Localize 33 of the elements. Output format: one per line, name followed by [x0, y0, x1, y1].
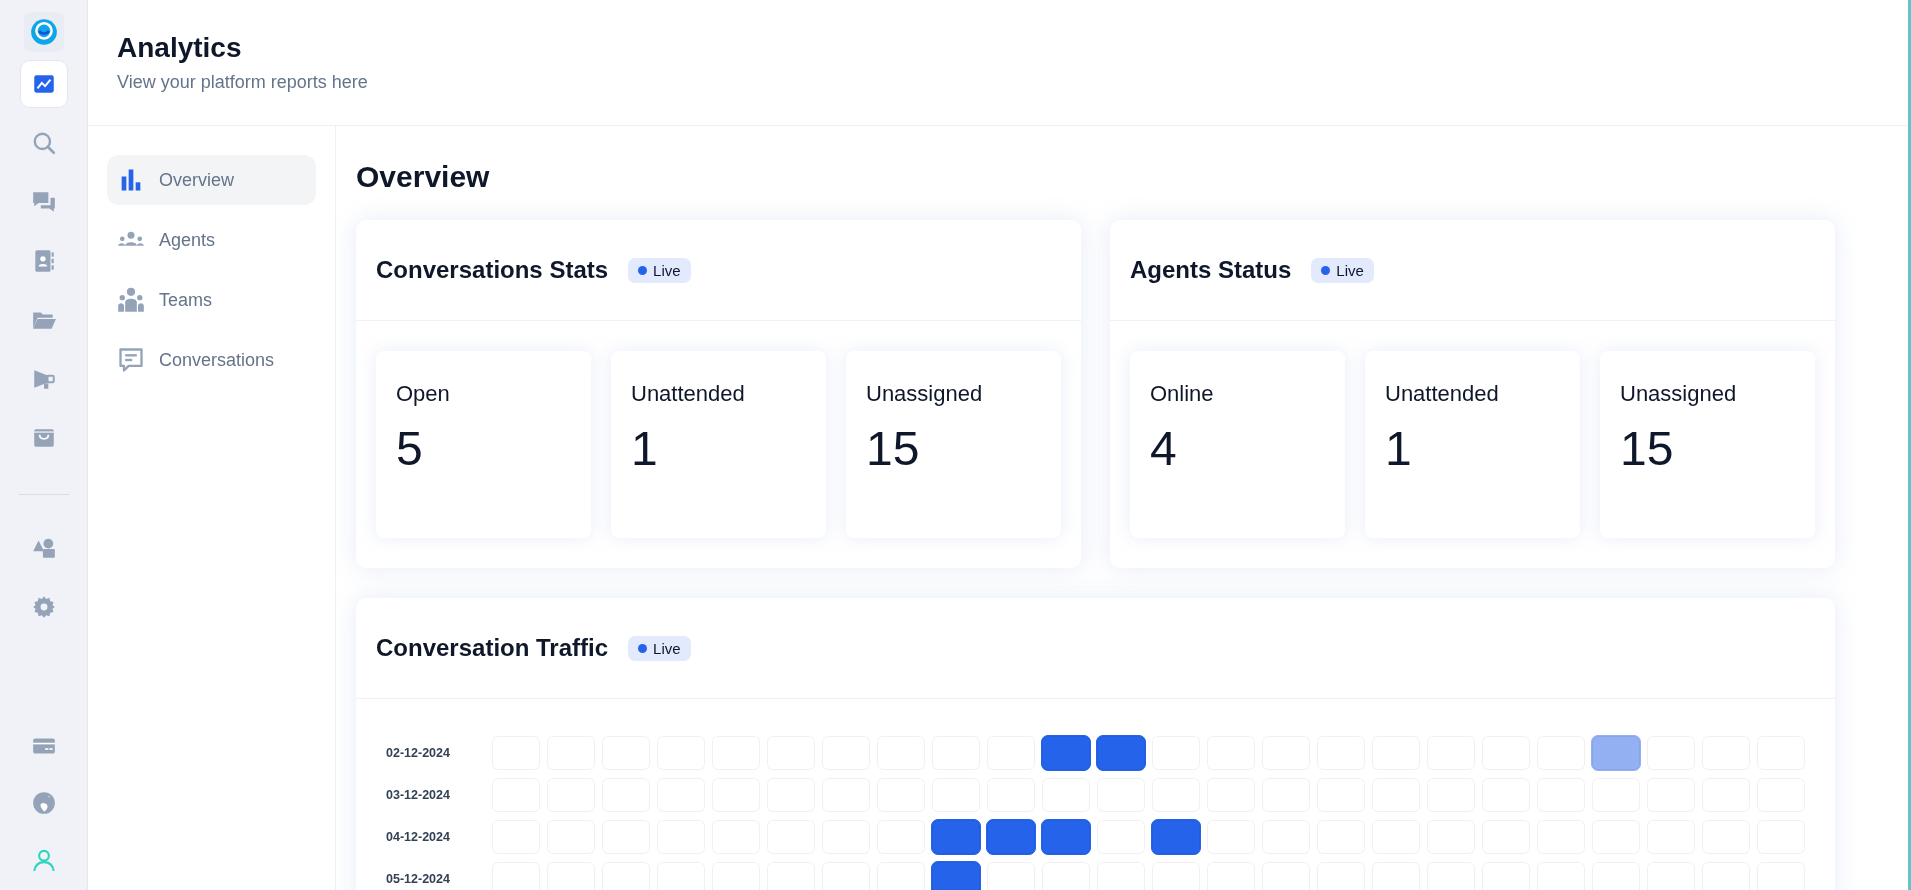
stat-value: 4: [1150, 421, 1178, 476]
stat-value: 1: [1385, 421, 1413, 476]
nav-item[interactable]: Conversations: [107, 335, 316, 385]
page-header-title: Analytics: [117, 32, 243, 64]
live-badge: Live: [628, 257, 691, 283]
group-icon: [117, 286, 145, 314]
date-label: 02-12-2024: [385, 746, 451, 760]
stat-value: 5: [396, 421, 424, 476]
stat-label: Unattended: [1385, 381, 1500, 407]
nav-item[interactable]: Overview: [107, 155, 316, 205]
stat-label: Unassigned: [866, 381, 984, 407]
stat-value: 15: [1620, 421, 1675, 476]
nav-item[interactable]: Agents: [107, 215, 316, 265]
panel-title: Conversations Stats: [376, 256, 609, 284]
nav-item[interactable]: Teams: [107, 275, 316, 325]
line-chart-icon[interactable]: [19, 60, 68, 108]
message-icon: [117, 346, 145, 374]
stat-value: 15: [866, 421, 921, 476]
stat-label: Unattended: [631, 381, 746, 407]
stat-value: 1: [631, 421, 659, 476]
section-title: Overview: [356, 160, 491, 194]
page-header-subtitle: View your platform reports here: [117, 72, 369, 93]
stat-label: Online: [1150, 381, 1215, 407]
logo-icon[interactable]: [23, 12, 64, 52]
live-badge: Live: [1311, 257, 1374, 283]
date-label: 04-12-2024: [385, 830, 451, 844]
panel-title: Agents Status: [1130, 256, 1292, 284]
stat-label: Unassigned: [1620, 381, 1738, 407]
date-label: 03-12-2024: [385, 788, 451, 802]
live-badge: Live: [628, 635, 691, 661]
stat-label: Open: [396, 381, 451, 407]
panel-title: Conversation Traffic: [376, 634, 609, 662]
date-label: 05-12-2024: [385, 872, 451, 886]
